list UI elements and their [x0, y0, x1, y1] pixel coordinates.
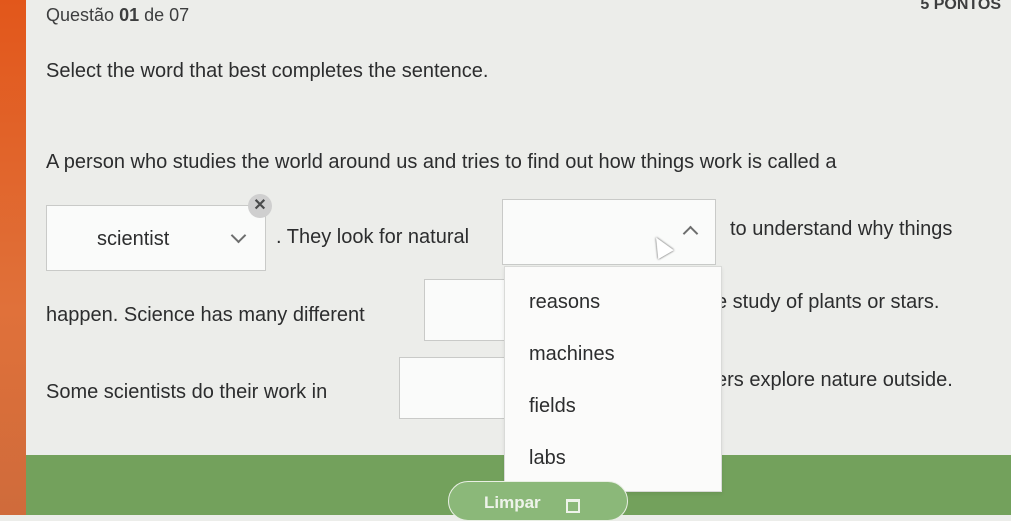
passage-line-3b: e study of plants or stars.: [716, 291, 940, 313]
trash-icon: [566, 499, 580, 513]
question-prefix: Questão: [46, 5, 115, 25]
dropdown-2[interactable]: [502, 199, 716, 265]
passage-line-2b: to understand why things: [730, 218, 953, 240]
passage-line-4a: Some scientists do their work in: [46, 381, 328, 403]
dropdown-1-value: scientist: [97, 228, 170, 250]
clear-button-label: Limpar: [484, 493, 541, 512]
dropdown-1[interactable]: scientist: [46, 205, 266, 271]
dropdown-4[interactable]: [399, 357, 507, 419]
dropdown-options-menu: reasons machines fields labs: [504, 266, 722, 492]
question-total: de 07: [144, 5, 190, 25]
chevron-up-icon: [682, 225, 699, 242]
passage-line-4b: ers explore nature outside.: [716, 369, 953, 391]
instruction-text: Select the word that best completes the …: [46, 60, 489, 82]
dropdown-3[interactable]: [424, 279, 508, 341]
chevron-down-icon: [230, 227, 247, 244]
accent-strip: [0, 0, 26, 515]
close-icon[interactable]: ✕: [248, 194, 272, 218]
passage-line-2a: . They look for natural: [276, 226, 470, 248]
passage-line-1: A person who studies the world around us…: [46, 151, 837, 173]
points-label: 5 PONTOS: [920, 0, 1001, 13]
passage-line-3a: happen. Science has many different: [46, 304, 365, 326]
option-reasons[interactable]: reasons: [529, 291, 600, 314]
option-labs[interactable]: labs: [529, 447, 566, 470]
option-fields[interactable]: fields: [529, 395, 576, 418]
question-counter: Questão 01 de 07: [46, 5, 189, 26]
question-number: 01: [119, 5, 140, 25]
option-machines[interactable]: machines: [529, 343, 615, 366]
